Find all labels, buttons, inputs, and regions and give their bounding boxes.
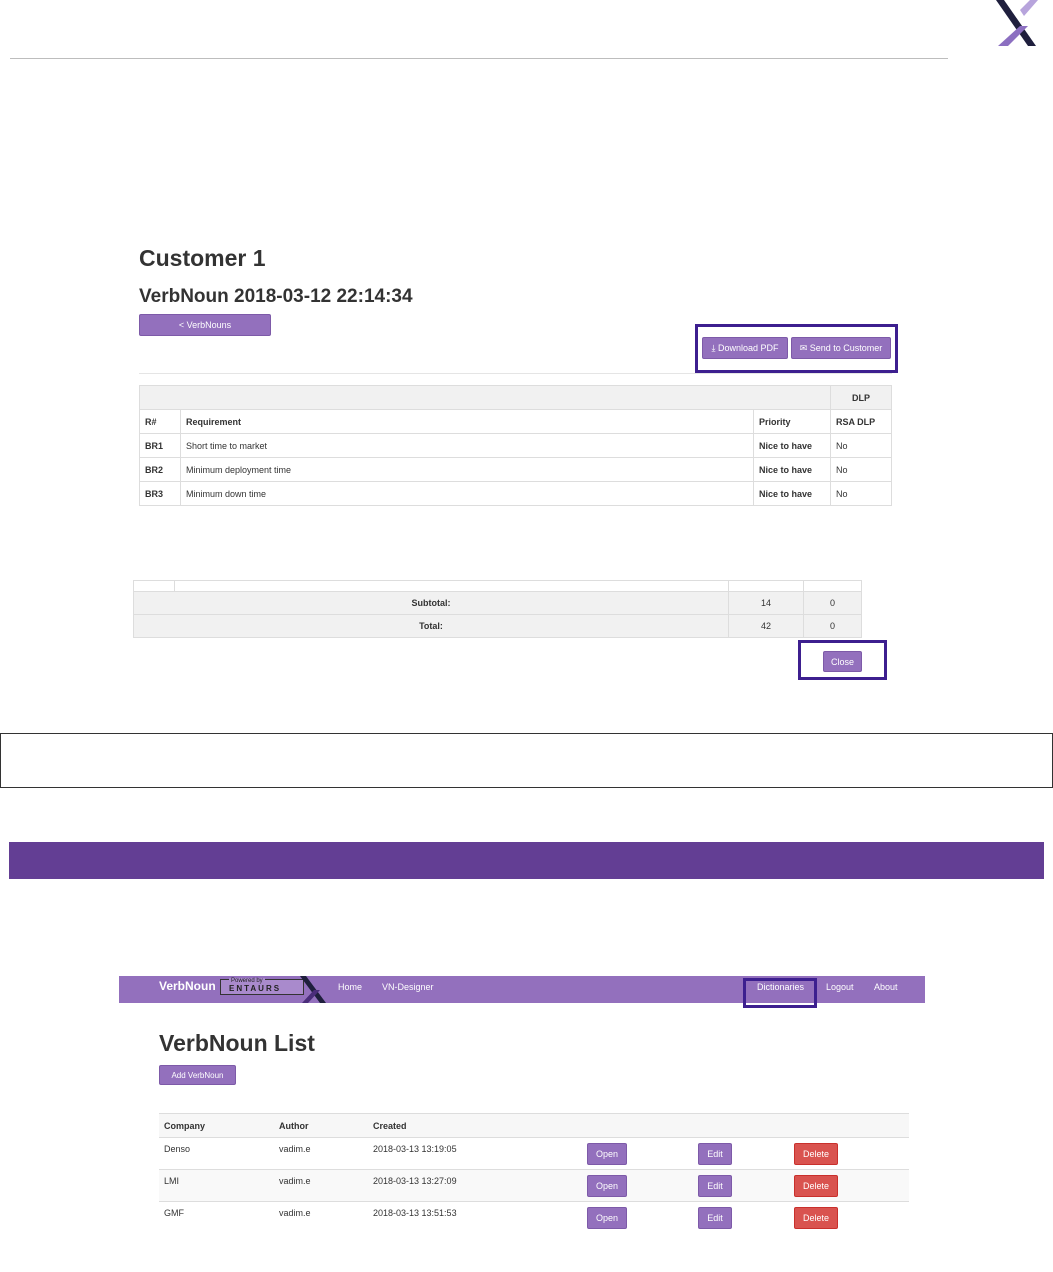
row-requirement: Minimum deployment time [180,457,754,482]
navbar-x-logo-icon [300,976,326,1003]
subtotal-label: Subtotal: [133,591,729,615]
nav-about[interactable]: About [874,982,898,992]
row-created: 2018-03-13 13:19:05 [368,1137,581,1170]
page-title: VerbNoun List [159,1030,315,1056]
row-id: BR2 [139,457,181,482]
row-priority: Nice to have [753,433,831,458]
col-header-priority: Priority [753,409,831,434]
row-requirement: Short time to market [180,433,754,458]
col-header-author: Author [274,1113,368,1138]
section-banner [9,842,1044,879]
top-divider [10,58,948,59]
total-label: Total: [133,614,729,638]
row-requirement: Minimum down time [180,481,754,506]
send-to-customer-button[interactable]: ✉ Send to Customer [791,337,891,359]
delete-button[interactable]: Delete [794,1143,838,1165]
subtotal-value-a: 14 [728,591,804,615]
delete-button[interactable]: Delete [794,1207,838,1229]
table-row: BR2 Minimum deployment time Nice to have… [139,457,892,482]
list-header-row: Company Author Created [159,1113,909,1138]
back-to-verbnouns-button[interactable]: < VerbNouns [139,314,271,336]
row-author: vadim.e [274,1169,368,1202]
download-pdf-button[interactable]: ⤓ Download PDF [702,337,788,359]
open-button[interactable]: Open [587,1175,627,1197]
totals-table: Subtotal: 14 0 Total: 42 0 [133,580,862,638]
subtotal-value-b: 0 [803,591,862,615]
col-header-requirement: Requirement [180,409,754,434]
col-header-rnum: R# [139,409,181,434]
row-author: vadim.e [274,1137,368,1170]
table-group-header-row: DLP [139,385,892,410]
col-header-created: Created [368,1113,581,1138]
row-dlp: No [830,433,892,458]
row-id: BR3 [139,481,181,506]
nav-home[interactable]: Home [338,982,362,992]
verbnoun-title: VerbNoun 2018-03-12 22:14:34 [139,286,413,307]
table-header-row: R# Requirement Priority RSA DLP [139,409,892,434]
col-header-company: Company [159,1113,274,1138]
table-row: BR3 Minimum down time Nice to have No [139,481,892,506]
navbar-brand[interactable]: VerbNoun [159,979,216,993]
row-priority: Nice to have [753,457,831,482]
nav-vn-designer[interactable]: VN-Designer [382,982,434,992]
edit-button[interactable]: Edit [698,1143,732,1165]
brand-x-logo-icon [996,0,1038,46]
open-button[interactable]: Open [587,1207,627,1229]
total-value-b: 0 [803,614,862,638]
powered-by-badge: Powered by ENTAURS [220,978,304,995]
dlp-group-header: DLP [830,385,892,410]
table-row: BR1 Short time to market Nice to have No [139,433,892,458]
row-company: LMI [159,1169,274,1202]
add-verbnoun-button[interactable]: Add VerbNoun [159,1065,236,1085]
edit-button[interactable]: Edit [698,1175,732,1197]
total-value-a: 42 [728,614,804,638]
close-button[interactable]: Close [823,651,862,672]
row-dlp: No [830,457,892,482]
subtotal-row: Subtotal: 14 0 [133,591,862,615]
highlight-dictionaries [743,978,817,1008]
col-header-rsa-dlp: RSA DLP [830,409,892,434]
customer-title: Customer 1 [139,245,266,271]
requirements-table: DLP R# Requirement Priority RSA DLP BR1 … [139,385,892,506]
empty-note-box [0,733,1053,788]
row-author: vadim.e [274,1201,368,1234]
open-button[interactable]: Open [587,1143,627,1165]
row-priority: Nice to have [753,481,831,506]
total-row: Total: 42 0 [133,614,862,638]
nav-logout[interactable]: Logout [826,982,854,992]
row-company: GMF [159,1201,274,1234]
row-company: Denso [159,1137,274,1170]
cropped-row [133,580,862,592]
row-id: BR1 [139,433,181,458]
row-dlp: No [830,481,892,506]
badge-brand-text: ENTAURS [229,984,282,993]
edit-button[interactable]: Edit [698,1207,732,1229]
delete-button[interactable]: Delete [794,1175,838,1197]
row-created: 2018-03-13 13:51:53 [368,1201,581,1234]
row-created: 2018-03-13 13:27:09 [368,1169,581,1202]
report-divider [139,373,892,374]
